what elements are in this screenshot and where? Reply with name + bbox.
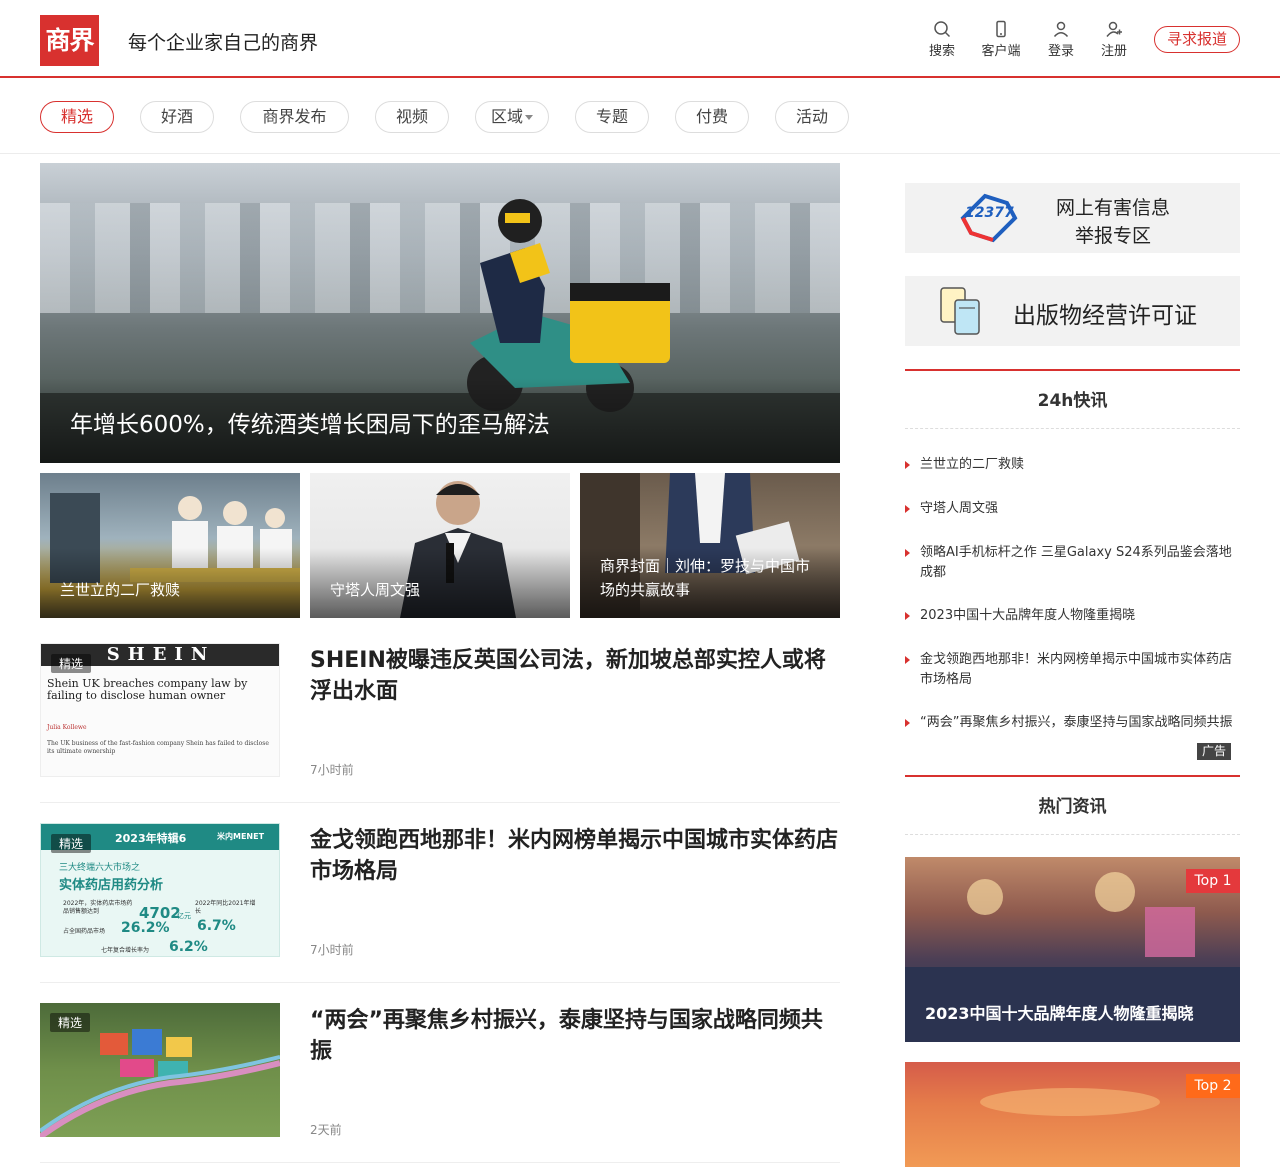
ad-label: 广告 — [1197, 743, 1232, 760]
flash-news-item[interactable]: 兰世立的二厂救赎 — [905, 455, 1240, 475]
report-line-1: 网上有害信息 — [1055, 197, 1170, 219]
nav-item-paid[interactable]: 付费 — [675, 101, 749, 133]
register-button[interactable]: 注册 — [1089, 20, 1139, 59]
article-image: 2023年特辑6 米内MENET 三大终端六大市场之 实体药店用药分析 2022… — [40, 823, 280, 957]
client-app-button[interactable]: 客户端 — [976, 20, 1026, 59]
site-header: 商界 每个企业家自己的商界 搜索 客户端 登录 注册 寻求报道 — [0, 0, 1280, 78]
article-title[interactable]: “两会”再聚焦乡村振兴，泰康坚持与国家战略同频共振 — [310, 1005, 840, 1067]
harmful-info-report-banner[interactable]: 12377 网上有害信息 举报专区 — [905, 183, 1240, 253]
publication-license-banner[interactable]: 出版物经营许可证 — [905, 276, 1240, 346]
nav-item-events[interactable]: 活动 — [775, 101, 849, 133]
nav-item-liquor[interactable]: 好酒 — [140, 101, 214, 133]
nav-item-topics[interactable]: 专题 — [575, 101, 649, 133]
infographic-kicker: 三大终端六大市场之 — [59, 863, 141, 873]
flash-news-item[interactable]: 金戈领跑西地那非！米内网榜单揭示中国城市实体药店市场格局 — [905, 650, 1240, 690]
thumb-title: 守塔人周文强 — [330, 581, 421, 599]
search-icon — [934, 21, 951, 38]
infographic-value-growth: 6.7% — [197, 918, 236, 934]
article-time: 2天前 — [310, 1123, 342, 1137]
hot-news-heading: 热门资讯 — [905, 775, 1240, 835]
flash-news-item[interactable]: 2023中国十大品牌年度人物隆重揭晓 — [905, 606, 1240, 626]
search-label: 搜索 — [928, 44, 955, 59]
site-logo[interactable]: 商界 — [40, 15, 99, 66]
report-line-2: 举报专区 — [1074, 225, 1151, 247]
top-rank-badge: Top 1 — [1186, 869, 1240, 893]
register-label: 注册 — [1100, 44, 1127, 59]
infographic-label-cagr: 七年复合增长率为 — [101, 947, 150, 954]
seek-report-button[interactable]: 寻求报道 — [1154, 26, 1240, 53]
hot-news-title: 2023中国十大品牌年度人物隆重揭晓 — [925, 1004, 1194, 1023]
featured-badge: 精选 — [51, 834, 92, 853]
nav-item-featured[interactable]: 精选 — [40, 101, 114, 133]
hot-news-card[interactable]: Top 2 — [905, 1062, 1240, 1167]
shein-body-text: The UK business of the fast-fashion comp… — [47, 740, 269, 755]
menet-logo: 米内MENET — [217, 832, 265, 841]
infographic-edition: 2023年特辑6 — [115, 832, 187, 845]
report-12377-logo-text: 12377 — [965, 205, 1014, 221]
flash-news-heading: 24h快讯 — [905, 369, 1240, 429]
nav-item-region[interactable]: 区域 — [475, 101, 549, 133]
article-item[interactable]: SHEIN Shein UK breaches company law by f… — [40, 643, 840, 803]
hero-title[interactable]: 年增长600%，传统酒类增长困局下的歪马解法 — [70, 405, 550, 439]
flash-news-item[interactable]: 领略AI手机标杆之作 三星Galaxy S24系列品鉴会落地成都 — [905, 543, 1240, 583]
nav-item-region-label: 区域 — [490, 107, 523, 126]
publication-license-text: 出版物经营许可证 — [1013, 303, 1197, 329]
top-rank-label: Top 1 — [1194, 873, 1232, 889]
license-documents-icon — [940, 287, 980, 335]
shein-subhead: Shein UK breaches company law by failing… — [47, 677, 248, 702]
feature-thumb[interactable]: 商界封面｜刘伸：罗技与中国市场的共赢故事 — [580, 473, 840, 618]
infographic-unit: 亿元 — [177, 912, 191, 920]
login-label: 登录 — [1047, 44, 1074, 59]
add-user-icon — [1106, 21, 1122, 37]
infographic-title: 实体药店用药分析 — [59, 878, 164, 893]
article-time: 7小时前 — [310, 763, 354, 777]
infographic-label-growth: 2022年同比2021年增长 — [195, 900, 256, 915]
hot-news-card[interactable]: Top 1 2023中国十大品牌年度人物隆重揭晓 — [905, 857, 1240, 1042]
category-nav: 精选 好酒 商界发布 视频 区域 专题 付费 活动 — [0, 80, 1280, 154]
feature-thumb[interactable]: 兰世立的二厂救赎 — [40, 473, 300, 618]
user-icon — [1053, 21, 1069, 38]
article-time: 7小时前 — [310, 943, 354, 957]
article-item[interactable]: 精选 “两会”再聚焦乡村振兴，泰康坚持与国家战略同频共振 2天前 — [40, 1003, 840, 1163]
phone-icon — [996, 20, 1006, 38]
top-rank-label: Top 2 — [1194, 1078, 1232, 1094]
featured-badge: 精选 — [51, 654, 92, 673]
client-app-label: 客户端 — [981, 44, 1021, 59]
hero-banner[interactable]: 年增长600%，传统酒类增长困局下的歪马解法 — [40, 163, 840, 463]
infographic-label-share: 占全国药品市场 — [63, 928, 106, 935]
featured-badge: 精选 — [50, 1013, 91, 1032]
thumb-title: 商界封面｜刘伸：罗技与中国市场的共赢故事 — [600, 557, 811, 599]
infographic-label-sales: 2022年，实体药店市场药品销售额达到 — [63, 900, 133, 915]
nav-item-release[interactable]: 商界发布 — [240, 101, 349, 133]
article-title[interactable]: SHEIN被曝违反英国公司法，新加坡总部实控人或将浮出水面 — [310, 645, 840, 707]
chevron-down-icon — [525, 115, 533, 120]
flash-news-item[interactable]: 守塔人周文强 — [905, 499, 1240, 519]
search-button[interactable]: 搜索 — [917, 20, 967, 59]
nav-item-video[interactable]: 视频 — [375, 101, 449, 133]
thumb-title: 兰世立的二厂救赎 — [60, 581, 181, 599]
site-slogan: 每个企业家自己的商界 — [128, 32, 319, 54]
article-item[interactable]: 2023年特辑6 米内MENET 三大终端六大市场之 实体药店用药分析 2022… — [40, 823, 840, 983]
infographic-value-cagr: 6.2% — [169, 939, 208, 955]
flash-news-item[interactable]: “两会”再聚焦乡村振兴，泰康坚持与国家战略同频共振 — [905, 713, 1240, 733]
article-image: SHEIN Shein UK breaches company law by f… — [40, 643, 280, 777]
article-image: 精选 — [40, 1003, 280, 1137]
login-button[interactable]: 登录 — [1036, 20, 1086, 59]
article-title[interactable]: 金戈领跑西地那非！米内网榜单揭示中国城市实体药店市场格局 — [310, 825, 840, 887]
feature-thumb[interactable]: 守塔人周文强 — [310, 473, 570, 618]
top-rank-badge: Top 2 — [1186, 1074, 1240, 1098]
infographic-value-share: 26.2% — [121, 920, 170, 936]
shein-author: Julia Kollewe — [47, 724, 87, 731]
